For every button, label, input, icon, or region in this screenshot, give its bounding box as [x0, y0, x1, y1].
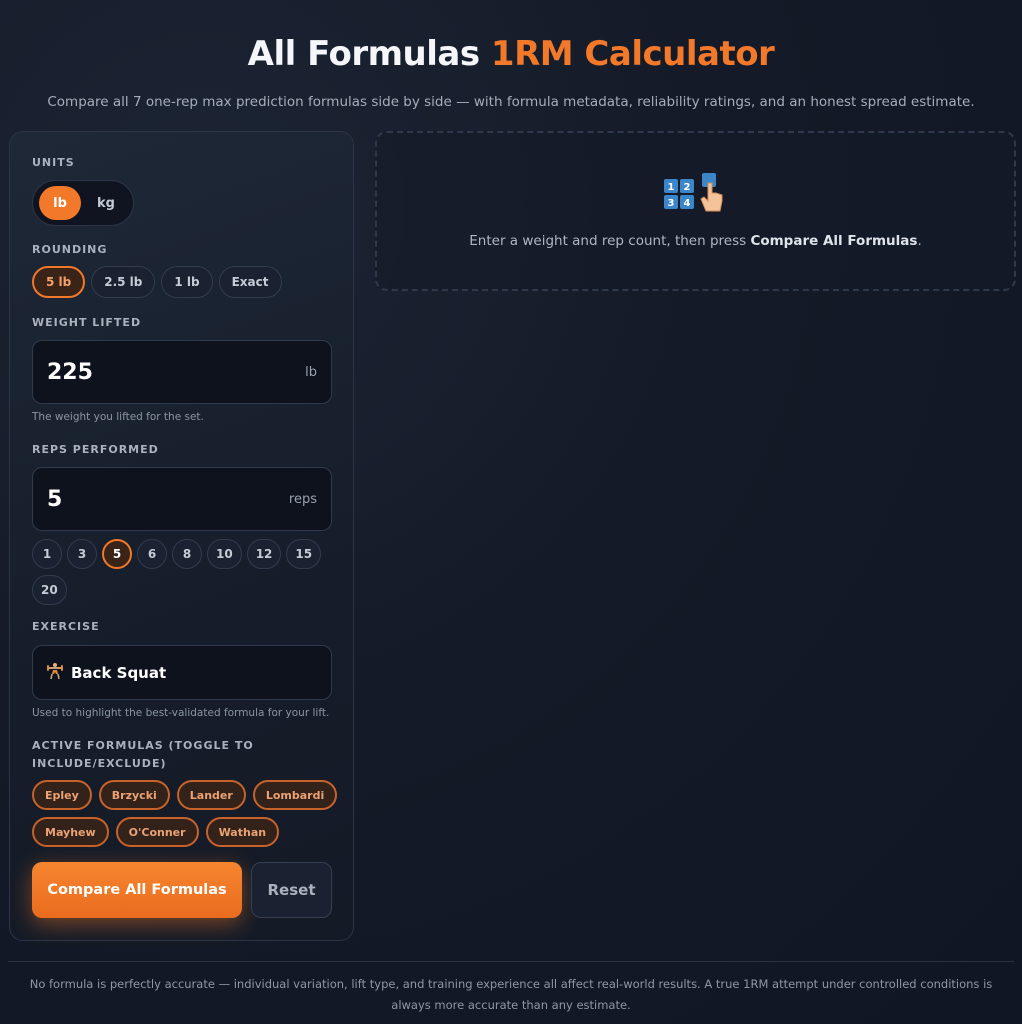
rep-1-button[interactable]: 1: [32, 539, 62, 569]
svg-text:1: 1: [668, 182, 675, 193]
formulas-label: ACTIVE FORMULAS (TOGGLE TO INCLUDE/EXCLU…: [32, 739, 254, 770]
weight-label: WEIGHT LIFTED: [32, 316, 142, 329]
input-panel: UNITS lb kg ROUNDING 5 lb 2.5 lb 1 lb Ex…: [9, 131, 354, 941]
rep-20-button[interactable]: 20: [32, 575, 67, 605]
rep-15-button[interactable]: 15: [286, 539, 322, 569]
rounding-5lb-button[interactable]: 5 lb: [32, 266, 86, 298]
rep-quick-picks: 1 3 5 6 8 10 12 15 20: [32, 539, 332, 605]
reps-label: REPS PERFORMED: [32, 443, 159, 456]
formula-lombardi-toggle[interactable]: Lombardi: [252, 780, 338, 810]
svg-text:2: 2: [684, 182, 691, 193]
unit-lb-button[interactable]: lb: [39, 186, 81, 220]
page-header: All Formulas 1RM Calculator Compare all …: [0, 0, 1022, 110]
formula-wathan-toggle[interactable]: Wathan: [205, 817, 280, 847]
rep-12-button[interactable]: 12: [246, 539, 282, 569]
svg-text:4: 4: [684, 198, 691, 209]
formula-lander-toggle[interactable]: Lander: [176, 780, 246, 810]
results-placeholder: 1 2 3 4 Enter a weight and rep count, th…: [375, 131, 1016, 291]
results-prompt-strong: Compare All Formulas: [750, 233, 918, 249]
rounding-label: ROUNDING: [32, 243, 108, 256]
svg-text:3: 3: [668, 198, 675, 209]
exercise-label: EXERCISE: [32, 620, 100, 633]
footer-divider: [8, 961, 1014, 962]
reset-button[interactable]: Reset: [251, 862, 332, 918]
formula-brzycki-toggle[interactable]: Brzycki: [98, 780, 170, 810]
exercise-hint: Used to highlight the best-validated for…: [32, 707, 330, 719]
page-title: All Formulas 1RM Calculator: [0, 34, 1022, 74]
weightlifter-icon: [47, 662, 63, 684]
weight-hint: The weight you lifted for the set.: [32, 411, 204, 423]
compare-all-formulas-button[interactable]: Compare All Formulas: [32, 862, 242, 918]
reps-unit: reps: [288, 491, 317, 507]
reps-value[interactable]: 5: [47, 487, 289, 512]
exercise-value: Back Squat: [71, 663, 167, 682]
weight-input[interactable]: 225 lb: [32, 340, 332, 404]
weight-value[interactable]: 225: [47, 360, 305, 385]
page-subtitle: Compare all 7 one-rep max prediction for…: [47, 94, 975, 110]
formula-epley-toggle[interactable]: Epley: [32, 780, 92, 810]
footer-disclaimer: No formula is perfectly accurate — indiv…: [29, 977, 993, 1012]
rep-10-button[interactable]: 10: [207, 539, 242, 569]
exercise-select[interactable]: Back Squat: [32, 645, 332, 700]
weight-unit: lb: [305, 364, 317, 380]
rep-6-button[interactable]: 6: [137, 539, 167, 569]
formula-oconner-toggle[interactable]: O'Conner: [115, 817, 199, 847]
rounding-1lb-button[interactable]: 1 lb: [161, 266, 213, 298]
rounding-2-5lb-button[interactable]: 2.5 lb: [91, 266, 156, 298]
title-accent: 1RM Calculator: [490, 34, 775, 74]
rounding-options: 5 lb 2.5 lb 1 lb Exact: [32, 266, 282, 298]
rounding-exact-button[interactable]: Exact: [218, 266, 282, 298]
reps-input[interactable]: 5 reps: [32, 467, 332, 531]
formula-mayhew-toggle[interactable]: Mayhew: [32, 817, 109, 847]
results-prompt: Enter a weight and rep count, then press…: [377, 233, 1014, 249]
results-prompt-prefix: Enter a weight and rep count, then press: [469, 233, 751, 249]
formula-toggles: Epley Brzycki Lander Lombardi Mayhew O'C…: [32, 780, 342, 847]
results-prompt-suffix: .: [917, 233, 922, 249]
title-main: All Formulas: [247, 34, 480, 74]
rep-8-button[interactable]: 8: [172, 539, 202, 569]
units-label: UNITS: [32, 156, 75, 169]
units-toggle: lb kg: [32, 180, 134, 226]
rep-5-button[interactable]: 5: [102, 539, 132, 569]
numbers-keypad-pointer-icon: 1 2 3 4: [664, 173, 728, 217]
unit-kg-button[interactable]: kg: [85, 186, 127, 220]
rep-3-button[interactable]: 3: [67, 539, 97, 569]
